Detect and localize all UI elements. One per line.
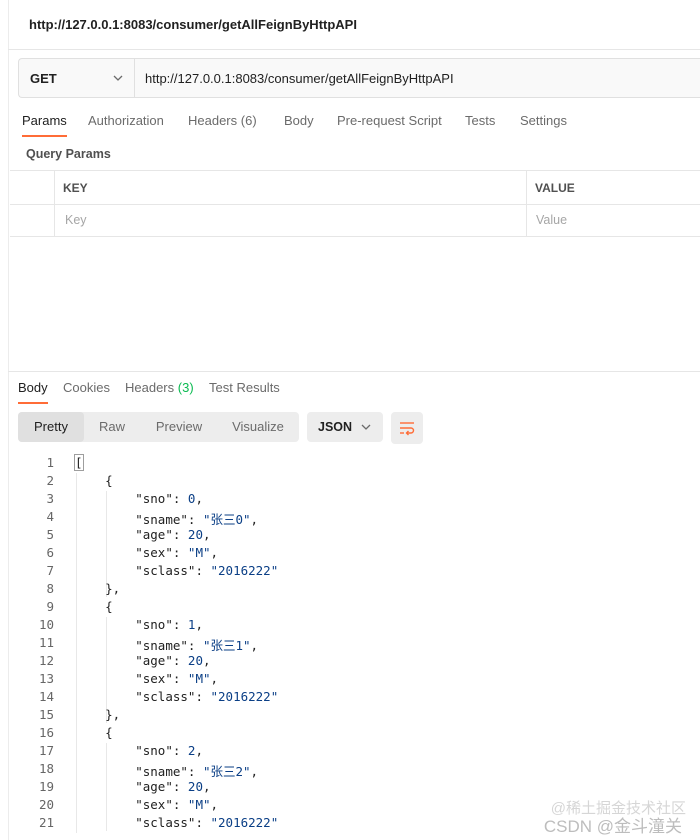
tab-label: Test Results (209, 380, 280, 395)
watermark-line-2: CSDN @金斗潼关 (543, 817, 682, 836)
code-line: "sname": "张三1", (135, 638, 259, 653)
line-number: 13 (38, 671, 54, 686)
wrap-lines-icon (400, 422, 415, 436)
tab-label: Headers (125, 380, 175, 395)
tab-label: Body (18, 380, 48, 395)
line-number: 6 (46, 545, 54, 560)
line-number: 2 (46, 473, 54, 488)
code-line: }, (75, 581, 121, 596)
line-number: 14 (38, 689, 54, 704)
code-line: "sname": "张三0", (135, 512, 259, 527)
tab-label: Params (22, 113, 67, 128)
key-input[interactable]: Key (65, 213, 87, 227)
code-line: "sex": "M", (135, 797, 219, 812)
code-line: { (75, 599, 113, 614)
code-line: { (75, 725, 113, 740)
line-number: 16 (38, 725, 54, 740)
tab-label: Authorization (88, 113, 164, 128)
request-title[interactable]: http://127.0.0.1:8083/consumer/getAllFei… (29, 17, 357, 32)
response-headers-count: (3) (177, 380, 194, 395)
code-line: }, (75, 707, 121, 722)
line-number: 4 (46, 509, 54, 524)
code-line: "age": 20, (135, 653, 211, 668)
tab-response-body[interactable]: Body (18, 380, 48, 404)
method-label: GET (30, 71, 57, 86)
line-number: 18 (38, 761, 54, 776)
chevron-down-icon (113, 75, 123, 81)
tab-cookies[interactable]: Cookies (63, 380, 110, 395)
column-header-key: KEY (63, 181, 88, 195)
view-visualize-button[interactable]: Visualize (221, 412, 295, 442)
request-title-bar: http://127.0.0.1:8083/consumer/getAllFei… (8, 0, 700, 50)
code-line: "sclass": "2016222" (135, 563, 279, 578)
url-bar: GET http://127.0.0.1:8083/consumer/getAl… (18, 58, 700, 98)
chevron-down-icon (361, 424, 371, 430)
line-number: 5 (46, 527, 54, 542)
view-raw-button[interactable]: Raw (84, 412, 140, 442)
line-number: 21 (38, 815, 54, 830)
tab-label: Cookies (63, 380, 110, 395)
tab-body[interactable]: Body (284, 113, 314, 128)
tab-response-headers[interactable]: Headers (3) (125, 380, 194, 395)
tab-test-results[interactable]: Test Results (209, 380, 280, 395)
response-body-code[interactable]: 1 [2 {3 "sno": 0, 4 "sname": "张三0", 5 "age"… (18, 454, 700, 840)
code-line: "sclass": "2016222" (135, 815, 279, 830)
tab-params[interactable]: Params (22, 113, 67, 137)
url-input[interactable]: http://127.0.0.1:8083/consumer/getAllFei… (145, 71, 454, 86)
format-label: JSON (318, 420, 353, 434)
view-mode-selector: Pretty Raw Preview Visualize (18, 412, 299, 442)
code-line: "sno": 2, (135, 743, 203, 758)
format-select[interactable]: JSON (307, 412, 383, 442)
tab-label: Settings (520, 113, 567, 128)
code-line: "sno": 0, (135, 491, 203, 506)
tab-settings[interactable]: Settings (520, 113, 567, 128)
tab-label: Body (284, 113, 314, 128)
view-pretty-button[interactable]: Pretty (18, 412, 84, 442)
wrap-lines-button[interactable] (391, 412, 423, 444)
code-line: "age": 20, (135, 779, 211, 794)
response-divider[interactable] (8, 371, 700, 372)
tab-label: Pre-request Script (337, 113, 442, 128)
line-number: 7 (46, 563, 54, 578)
code-line: [ (74, 454, 84, 471)
line-number: 20 (38, 797, 54, 812)
headers-count: (6) (240, 113, 257, 128)
tab-label: Tests (465, 113, 496, 128)
code-line: "age": 20, (135, 527, 211, 542)
value-input[interactable]: Value (536, 213, 567, 227)
line-number: 1 (46, 455, 54, 470)
column-header-value: VALUE (535, 181, 575, 195)
tab-pre-request-script[interactable]: Pre-request Script (337, 113, 442, 128)
code-line: "sex": "M", (135, 671, 219, 686)
code-line: "sname": "张三2", (135, 764, 259, 779)
tab-headers[interactable]: Headers (6) (188, 113, 257, 128)
line-number: 10 (38, 617, 54, 632)
line-number: 12 (38, 653, 54, 668)
line-number: 15 (38, 707, 54, 722)
tab-label: Headers (188, 113, 238, 128)
line-number: 8 (46, 581, 54, 596)
tab-authorization[interactable]: Authorization (88, 113, 164, 128)
line-number: 3 (46, 491, 54, 506)
query-params-title: Query Params (26, 147, 111, 161)
row-divider (10, 204, 700, 205)
line-number: 11 (38, 635, 54, 650)
tab-tests[interactable]: Tests (465, 113, 495, 128)
code-line: "sclass": "2016222" (135, 689, 279, 704)
query-params-table: KEY VALUE Key Value (10, 170, 700, 237)
line-number: 17 (38, 743, 54, 758)
method-select[interactable]: GET (19, 59, 135, 97)
line-number: 9 (46, 599, 54, 614)
line-number: 19 (38, 779, 54, 794)
code-line: { (75, 473, 113, 488)
code-line: "sex": "M", (135, 545, 219, 560)
left-border (8, 0, 9, 840)
view-preview-button[interactable]: Preview (144, 412, 214, 442)
code-line: "sno": 1, (135, 617, 203, 632)
